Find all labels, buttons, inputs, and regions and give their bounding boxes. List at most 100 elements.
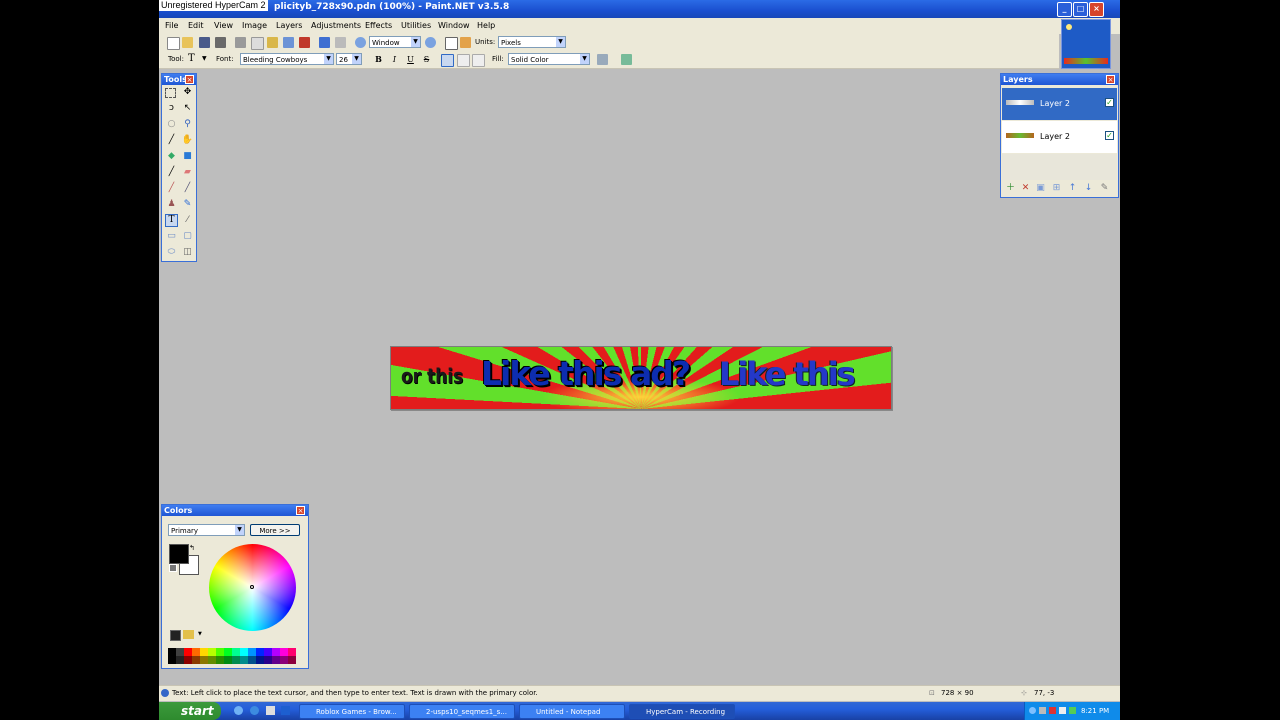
layer-row[interactable]: Layer 2 ✓ — [1002, 88, 1117, 120]
menu-file[interactable]: File — [165, 21, 178, 30]
tray-status-icon[interactable] — [1069, 707, 1076, 714]
layer-visibility-checkbox[interactable]: ✓ — [1105, 98, 1114, 107]
palette-swatch[interactable] — [216, 656, 224, 664]
quicklaunch-ie-icon[interactable] — [250, 706, 259, 715]
bold-button[interactable]: B — [373, 54, 384, 65]
palette-swatch[interactable] — [248, 656, 256, 664]
move-layer-down-icon[interactable]: ↓ — [1083, 183, 1094, 194]
palette-swatch[interactable] — [200, 656, 208, 664]
move-selection-icon[interactable]: ✥ — [181, 86, 194, 99]
task-button-paintnet[interactable]: 2-usps10_seqmes1_s... — [409, 704, 515, 719]
menu-layers[interactable]: Layers — [276, 21, 302, 30]
italic-button[interactable]: I — [389, 54, 400, 65]
menu-utilities[interactable]: Utilities — [401, 21, 431, 30]
quicklaunch-browser-icon[interactable] — [234, 706, 243, 715]
redo-icon[interactable] — [335, 37, 346, 48]
lasso-select-icon[interactable]: ↄ — [165, 102, 178, 115]
crop-icon[interactable] — [283, 37, 294, 48]
zoom-in-icon[interactable] — [425, 37, 436, 48]
palette-swatch[interactable] — [232, 656, 240, 664]
palette-swatch[interactable] — [280, 648, 288, 656]
window-title-bar[interactable]: plicityb_728x90.pdn (100%) - Paint.NET v… — [159, 0, 1120, 18]
zoom-icon[interactable] — [355, 37, 366, 48]
freeform-shape-icon[interactable]: ◫ — [181, 246, 194, 259]
palette-swatch[interactable] — [256, 656, 264, 664]
palette-swatch[interactable] — [240, 648, 248, 656]
menu-edit[interactable]: Edit — [188, 21, 204, 30]
new-file-icon[interactable] — [167, 37, 180, 50]
eraser-icon[interactable]: ▰ — [181, 166, 194, 179]
palette-swatch[interactable] — [272, 656, 280, 664]
chevron-down-icon[interactable]: ▼ — [202, 55, 207, 62]
task-button-hypercam[interactable]: HyperCam - Recording — [629, 704, 735, 719]
align-left-icon[interactable] — [441, 54, 454, 67]
tray-network-icon[interactable] — [1029, 707, 1036, 714]
task-button-notepad[interactable]: Untitled - Notepad — [519, 704, 625, 719]
palette-swatch[interactable] — [192, 648, 200, 656]
duplicate-layer-icon[interactable]: ▣ — [1035, 183, 1046, 194]
palette-swatch[interactable] — [264, 648, 272, 656]
palette-swatch[interactable] — [272, 648, 280, 656]
palette-swatch[interactable] — [248, 648, 256, 656]
move-selected-icon[interactable]: ↖ — [181, 102, 194, 115]
text-tool-icon[interactable]: T — [165, 214, 178, 227]
deselect-icon[interactable] — [299, 37, 310, 48]
close-tools-panel-button[interactable]: × — [185, 75, 194, 84]
palette-swatch[interactable] — [216, 648, 224, 656]
swap-colors-icon[interactable]: ↰ — [189, 544, 195, 552]
palette-swatch[interactable] — [232, 648, 240, 656]
ruler-icon[interactable] — [460, 37, 471, 48]
palette-menu-icon[interactable] — [183, 630, 194, 639]
line-curve-icon[interactable]: ⁄ — [181, 214, 194, 227]
rectangle-shape-icon[interactable]: ▭ — [165, 230, 178, 243]
quicklaunch-media-icon[interactable] — [281, 706, 290, 715]
palette-swatch[interactable] — [208, 656, 216, 664]
task-button-roblox[interactable]: Roblox Games - Brow... — [299, 704, 405, 719]
underline-button[interactable]: U — [405, 54, 416, 65]
color-wheel-cursor[interactable] — [250, 585, 254, 589]
delete-layer-icon[interactable]: ✕ — [1020, 183, 1031, 194]
tray-security-icon[interactable] — [1049, 707, 1056, 714]
add-to-palette-icon[interactable] — [170, 630, 181, 641]
fill-combo[interactable]: Solid Color ▼ — [508, 53, 590, 65]
palette-swatch[interactable] — [264, 656, 272, 664]
palette-swatch[interactable] — [176, 656, 184, 664]
palette-swatch[interactable] — [192, 656, 200, 664]
chevron-down-icon[interactable]: ▼ — [198, 631, 202, 637]
more-colors-button[interactable]: More >> — [250, 524, 300, 536]
ellipse-shape-icon[interactable]: ⬭ — [165, 246, 178, 259]
gradient-icon[interactable]: ■ — [181, 150, 194, 163]
palette-swatch[interactable] — [176, 648, 184, 656]
copy-icon[interactable] — [251, 37, 264, 50]
save-icon[interactable] — [199, 37, 210, 48]
palette-swatch[interactable] — [224, 648, 232, 656]
menu-window[interactable]: Window — [438, 21, 470, 30]
palette-swatch[interactable] — [208, 648, 216, 656]
start-button[interactable]: start — [159, 702, 221, 720]
color-mode-combo[interactable]: Primary ▼ — [168, 524, 245, 536]
merge-layer-icon[interactable]: ⊞ — [1051, 183, 1062, 194]
antialias-icon[interactable] — [597, 54, 608, 65]
palette-swatch[interactable] — [240, 656, 248, 664]
paintbrush-icon[interactable]: ╱ — [165, 166, 178, 179]
menu-view[interactable]: View — [214, 21, 233, 30]
move-layer-up-icon[interactable]: ↑ — [1067, 183, 1078, 194]
primary-color-swatch[interactable] — [169, 544, 189, 564]
align-center-icon[interactable] — [457, 54, 470, 67]
maximize-button[interactable]: □ — [1073, 2, 1088, 17]
palette-swatch[interactable] — [184, 656, 192, 664]
rectangle-select-icon[interactable] — [165, 88, 176, 98]
add-layer-icon[interactable]: ＋ — [1005, 183, 1016, 194]
quicklaunch-desktop-icon[interactable] — [266, 706, 275, 715]
reset-colors-icon[interactable] — [169, 564, 177, 572]
units-combo[interactable]: Pixels ▼ — [498, 36, 566, 48]
cut-icon[interactable] — [235, 37, 246, 48]
open-folder-icon[interactable] — [182, 37, 193, 48]
palette-swatch[interactable] — [288, 648, 296, 656]
menu-image[interactable]: Image — [242, 21, 267, 30]
color-picker-icon[interactable]: ╱ — [181, 182, 194, 195]
palette-swatch[interactable] — [168, 648, 176, 656]
color-wheel[interactable] — [209, 544, 296, 631]
pencil-icon[interactable]: ╱ — [165, 182, 178, 195]
menu-help[interactable]: Help — [477, 21, 495, 30]
